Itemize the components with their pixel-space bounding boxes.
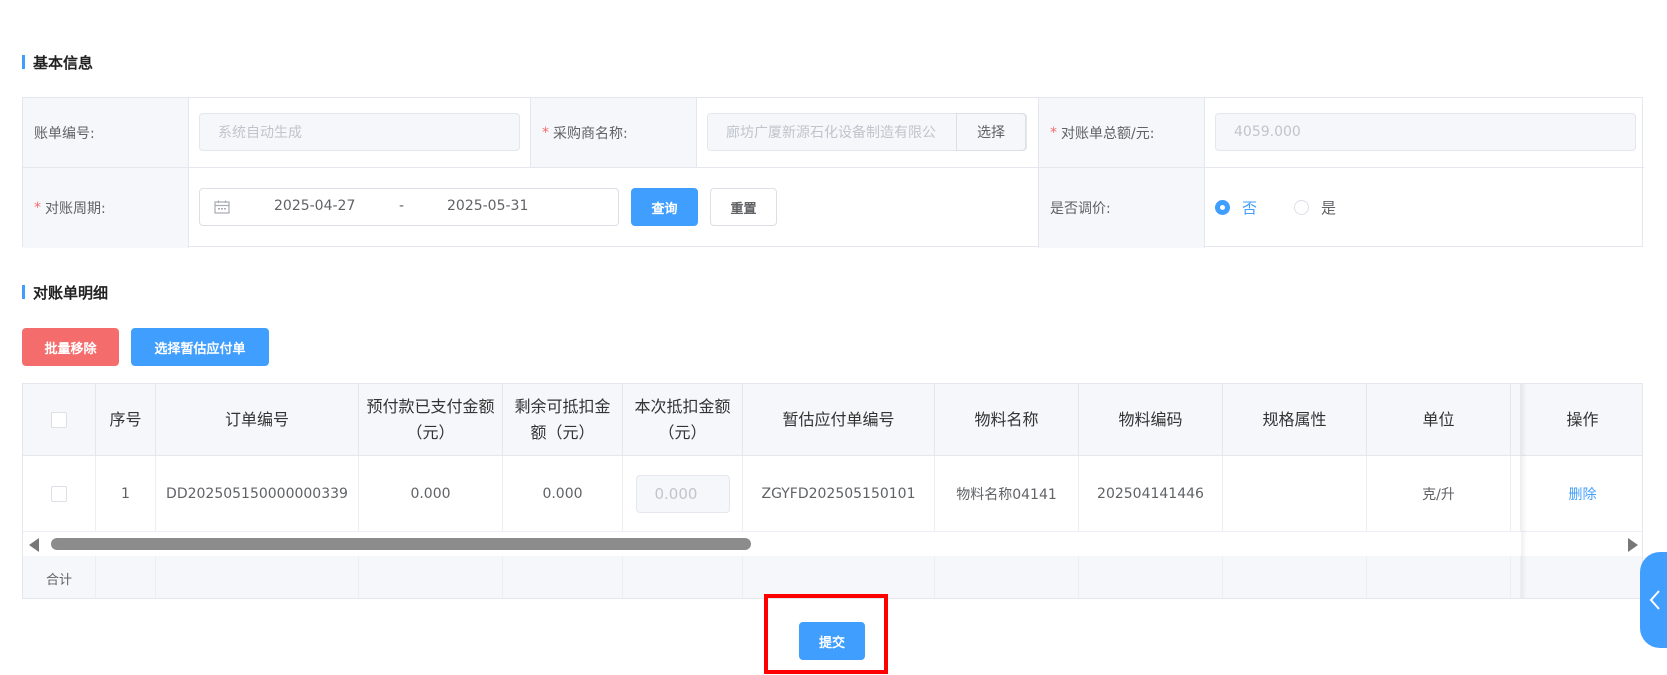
basic-info-form: 账单编号: 系统自动生成 * 采购商名称: 廊坊广厦新源石化设备制造有限公 选择 … — [22, 97, 1644, 248]
col-prepaid: 预付款已支付金额（元） — [359, 384, 503, 456]
detail-title: 对账单明细 — [22, 282, 108, 303]
col-material-code: 物料编码 — [1079, 384, 1223, 456]
adjust-cell: 否 是 — [1205, 168, 1644, 248]
radio-unchecked-icon — [1294, 200, 1309, 215]
chevron-left-icon — [1649, 590, 1660, 610]
cell-current: 0.000 — [623, 456, 743, 532]
row-select-cell — [23, 456, 96, 532]
batch-remove-button[interactable]: 批量移除 — [22, 328, 119, 366]
select-estimate-button[interactable]: 选择暂估应付单 — [131, 328, 269, 366]
period-end[interactable]: 2025-05-31 — [447, 198, 528, 214]
col-action: 操作 — [1521, 384, 1642, 456]
scroll-thumb[interactable] — [51, 538, 751, 550]
radio-checked-icon — [1215, 200, 1230, 215]
adjust-yes-radio[interactable]: 是 — [1294, 197, 1336, 218]
period-label: * 对账周期: — [23, 168, 189, 248]
col-spec: 规格属性 — [1223, 384, 1367, 456]
col-order-no: 订单编号 — [156, 384, 359, 456]
cell-spec — [1223, 456, 1367, 532]
row-checkbox[interactable] — [51, 485, 67, 502]
bill-no-input[interactable]: 系统自动生成 — [199, 113, 520, 151]
bill-no-label: 账单编号: — [23, 98, 189, 168]
reset-button[interactable]: 重置 — [710, 188, 777, 226]
col-current: 本次抵扣金额（元） — [623, 384, 743, 456]
cell-order-no: DD202505150000000339 — [156, 456, 359, 532]
buyer-label: * 采购商名称: — [531, 98, 697, 168]
cell-action: 删除 — [1521, 456, 1642, 532]
cell-prepaid: 0.000 — [359, 456, 503, 532]
total-cell: 4059.000 — [1205, 98, 1644, 168]
buyer-cell: 廊坊广厦新源石化设备制造有限公 选择 — [697, 98, 1039, 168]
col-estimate-no: 暂估应付单编号 — [743, 384, 935, 456]
total-input[interactable]: 4059.000 — [1215, 113, 1636, 151]
basic-info-title: 基本信息 — [22, 52, 93, 73]
col-index: 序号 — [96, 384, 156, 456]
cell-remaining: 0.000 — [503, 456, 623, 532]
footer-total-label: 合计 — [23, 556, 96, 598]
bill-no-cell: 系统自动生成 — [189, 98, 531, 168]
horizontal-scrollbar[interactable] — [23, 532, 1642, 556]
adjust-label: 是否调价: — [1039, 168, 1205, 248]
buyer-select-button[interactable]: 选择 — [956, 113, 1026, 151]
select-all-checkbox[interactable] — [51, 411, 67, 428]
cell-material-code: 202504141446 — [1079, 456, 1223, 532]
delete-row-link[interactable]: 删除 — [1569, 484, 1597, 504]
side-collapse-tab[interactable] — [1640, 552, 1667, 648]
col-remaining: 剩余可抵扣金额（元） — [503, 384, 623, 456]
period-separator: - — [399, 198, 405, 214]
cell-unit: 克/升 — [1367, 456, 1511, 532]
buyer-input[interactable]: 廊坊广厦新源石化设备制造有限公 选择 — [707, 113, 1027, 151]
detail-table: 序号 订单编号 预付款已支付金额（元） 剩余可抵扣金额（元） 本次抵扣金额（元）… — [22, 383, 1643, 599]
query-button[interactable]: 查询 — [631, 188, 698, 226]
cell-material-name: 物料名称04141 — [935, 456, 1079, 532]
period-date-range[interactable]: 2025-04-27 - 2025-05-31 — [199, 188, 619, 226]
calendar-icon — [214, 200, 230, 214]
period-cell: 2025-04-27 - 2025-05-31 查询 重置 — [189, 168, 1039, 248]
col-unit: 单位 — [1367, 384, 1511, 456]
scroll-right-icon[interactable] — [1628, 538, 1638, 552]
submit-highlight-box — [764, 594, 888, 674]
cell-index: 1 — [96, 456, 156, 532]
current-amount-input[interactable]: 0.000 — [635, 474, 730, 513]
col-material-name: 物料名称 — [935, 384, 1079, 456]
scroll-left-icon[interactable] — [29, 538, 39, 552]
cell-estimate-no: ZGYFD202505150101 — [743, 456, 935, 532]
total-label: * 对账单总额/元: — [1039, 98, 1205, 168]
adjust-no-radio[interactable]: 否 — [1215, 197, 1257, 218]
select-all-header — [23, 384, 96, 456]
period-start[interactable]: 2025-04-27 — [274, 198, 355, 214]
